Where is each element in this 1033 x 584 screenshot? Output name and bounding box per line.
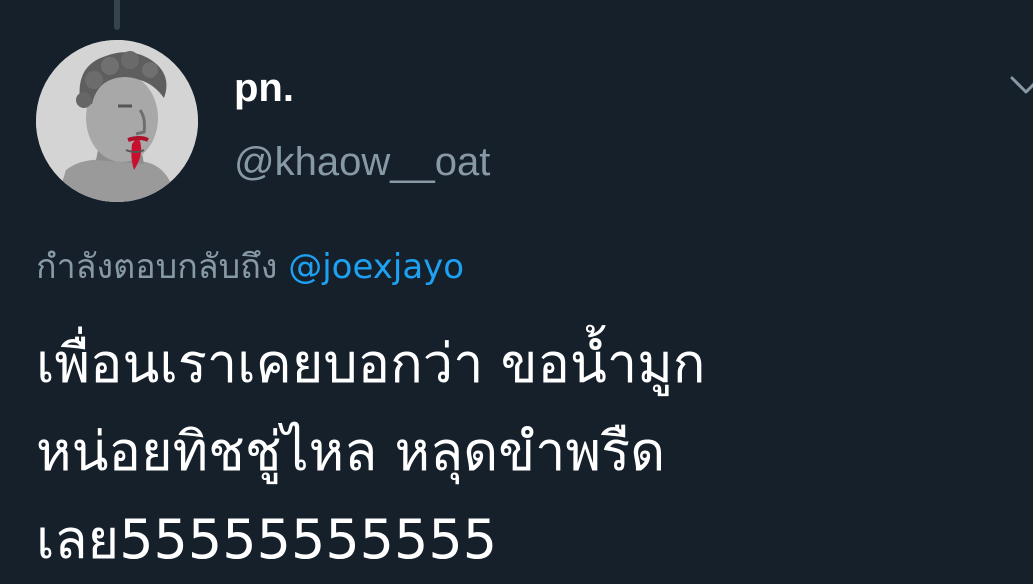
tweet-text-line: เพื่อนเราเคยบอกว่า ขอน้ำมูก xyxy=(36,332,706,395)
display-name[interactable]: pn. xyxy=(234,64,294,112)
reply-mention-link[interactable]: @joexjayo xyxy=(288,247,464,287)
tweet-text-line: หน่อยทิชชู่ไหล หลุดขำพรืด xyxy=(36,420,666,483)
reply-context: กำลังตอบกลับถึง @joexjayo xyxy=(36,244,464,290)
statue-avatar-image xyxy=(36,40,198,202)
tweet-text-line: เลย55555555555 xyxy=(36,508,498,571)
thread-connector-line xyxy=(114,0,120,30)
reply-prefix: กำลังตอบกลับถึง xyxy=(36,247,289,287)
chevron-down-icon[interactable] xyxy=(1008,70,1033,102)
user-handle[interactable]: @khaow__oat xyxy=(234,138,490,186)
avatar[interactable] xyxy=(36,40,198,202)
tweet-text: เพื่อนเราเคยบอกว่า ขอน้ำมูก หน่อยทิชชู่ไ… xyxy=(36,320,1026,584)
